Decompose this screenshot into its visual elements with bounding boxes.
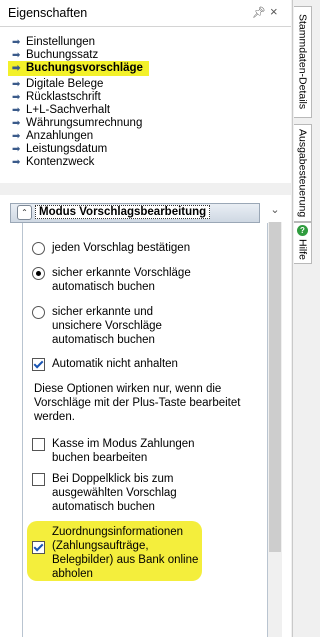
nav-item-ll-sachverhalt[interactable]: ➡ L+L-Sachverhalt	[12, 104, 110, 117]
nav-item-ruecklastschrift[interactable]: ➡ Rücklastschrift	[12, 91, 101, 104]
radio-label: sicher erkannte und unsichere Vorschläge…	[52, 306, 162, 346]
checkbox[interactable]	[32, 438, 45, 451]
radio-option-auto-all[interactable]: sicher erkannte und unsichere Vorschläge…	[32, 305, 257, 347]
panel-titlebar: Eigenschaften 📌︎ ×	[0, 0, 291, 27]
arrow-right-icon: ➡	[12, 37, 21, 48]
checkbox[interactable]	[32, 473, 45, 486]
arrow-right-icon: ➡	[12, 144, 21, 155]
checkbox-label: Kasse im Modus Zahlungen buchen bearbeit…	[52, 438, 195, 464]
tab-stammdaten-details[interactable]: Stammdaten-Details	[294, 6, 312, 118]
section-title: Modus Vorschlagsbearbeitung	[35, 205, 211, 219]
nav-item-label: Leistungsdatum	[26, 143, 108, 155]
radio-option-confirm-each[interactable]: jeden Vorschlag bestätigen	[32, 241, 257, 255]
tab-hilfe[interactable]: ? Hilfe	[294, 222, 312, 264]
section-body: jeden Vorschlag bestätigen sicher erkann…	[22, 223, 268, 637]
chevron-up-icon[interactable]: ⌃	[17, 205, 32, 220]
nav-item-label: Kontenzweck	[26, 156, 95, 168]
pin-icon[interactable]: 📌︎	[252, 6, 266, 19]
radio-button[interactable]	[32, 267, 45, 280]
scrollbar-thumb[interactable]	[269, 222, 281, 552]
section-header[interactable]: ⌃ Modus Vorschlagsbearbeitung	[10, 203, 260, 223]
tab-label: Hilfe	[296, 239, 309, 261]
radio-label: sicher erkannte Vorschläge automatisch b…	[52, 267, 191, 293]
arrow-right-icon: ➡	[12, 157, 21, 168]
settings-section: ⌃ Modus Vorschlagsbearbeitung ⌄ jeden Vo…	[0, 195, 291, 637]
checkbox[interactable]	[32, 541, 45, 554]
checkbox[interactable]	[32, 358, 45, 371]
radio-option-auto-sure[interactable]: sicher erkannte Vorschläge automatisch b…	[32, 266, 257, 294]
tab-label: Ausgabesteuerung	[296, 128, 309, 218]
nav-item-label: L+L-Sachverhalt	[26, 104, 111, 116]
arrow-right-icon: ➡	[12, 105, 21, 116]
help-icon: ?	[297, 225, 308, 236]
nav-item-waehrungsumrechnung[interactable]: ➡ Währungsumrechnung	[12, 117, 142, 130]
nav-item-label: Währungsumrechnung	[26, 117, 143, 129]
radio-label: jeden Vorschlag bestätigen	[52, 242, 191, 254]
nav-item-label: Digitale Belege	[26, 78, 104, 90]
info-note: Diese Optionen wirken nur, wenn die Vors…	[34, 383, 241, 423]
nav-item-label: Rücklastschrift	[26, 91, 101, 103]
nav-item-label: Anzahlungen	[26, 130, 94, 142]
checkbox-zuordnungsinformationen[interactable]: Zuordnungsinformationen (Zahlungsaufträg…	[32, 525, 257, 581]
nav-item-kontenzweck[interactable]: ➡ Kontenzweck	[12, 156, 94, 169]
checkbox-label: Automatik nicht anhalten	[52, 358, 178, 370]
nav-item-einstellungen[interactable]: ➡ Einstellungen	[12, 36, 95, 49]
pane-splitter[interactable]	[0, 184, 291, 194]
tab-ausgabesteuerung[interactable]: Ausgabesteuerung	[294, 124, 312, 222]
checkbox-doppelklick[interactable]: Bei Doppelklick bis zum ausgewählten Vor…	[32, 472, 257, 514]
arrow-right-icon: ➡	[12, 79, 21, 90]
checkbox-label: Zuordnungsinformationen (Zahlungsaufträg…	[52, 526, 199, 580]
panel-title: Eigenschaften	[8, 6, 88, 20]
arrow-right-icon: ➡	[12, 131, 21, 142]
nav-item-anzahlungen[interactable]: ➡ Anzahlungen	[12, 130, 93, 143]
radio-button[interactable]	[32, 306, 45, 319]
side-tab-strip: Stammdaten-Details Ausgabesteuerung ? Hi…	[292, 0, 313, 637]
arrow-right-icon: ➡	[12, 63, 21, 74]
arrow-right-icon: ➡	[12, 92, 21, 103]
arrow-right-icon: ➡	[12, 118, 21, 129]
collapse-chevron-icon[interactable]: ⌄	[268, 203, 282, 217]
checkbox-automatik[interactable]: Automatik nicht anhalten	[32, 357, 257, 371]
tab-label: Stammdaten-Details	[296, 14, 309, 110]
checkbox-label: Bei Doppelklick bis zum ausgewählten Vor…	[52, 473, 177, 513]
nav-item-label: Einstellungen	[26, 36, 96, 48]
radio-button[interactable]	[32, 242, 45, 255]
property-list: ➡ Einstellungen ➡ Buchungssatz ➡ Buchung…	[0, 27, 291, 183]
nav-item-label: Buchungsvorschläge	[26, 62, 143, 74]
close-icon[interactable]: ×	[270, 4, 278, 19]
nav-item-buchungsvorschlaege[interactable]: ➡ Buchungsvorschläge	[8, 61, 149, 76]
checkbox-kasse[interactable]: Kasse im Modus Zahlungen buchen bearbeit…	[32, 437, 257, 465]
vertical-scrollbar[interactable]	[268, 222, 282, 637]
nav-item-digitale-belege[interactable]: ➡ Digitale Belege	[12, 78, 103, 91]
nav-item-leistungsdatum[interactable]: ➡ Leistungsdatum	[12, 143, 107, 156]
